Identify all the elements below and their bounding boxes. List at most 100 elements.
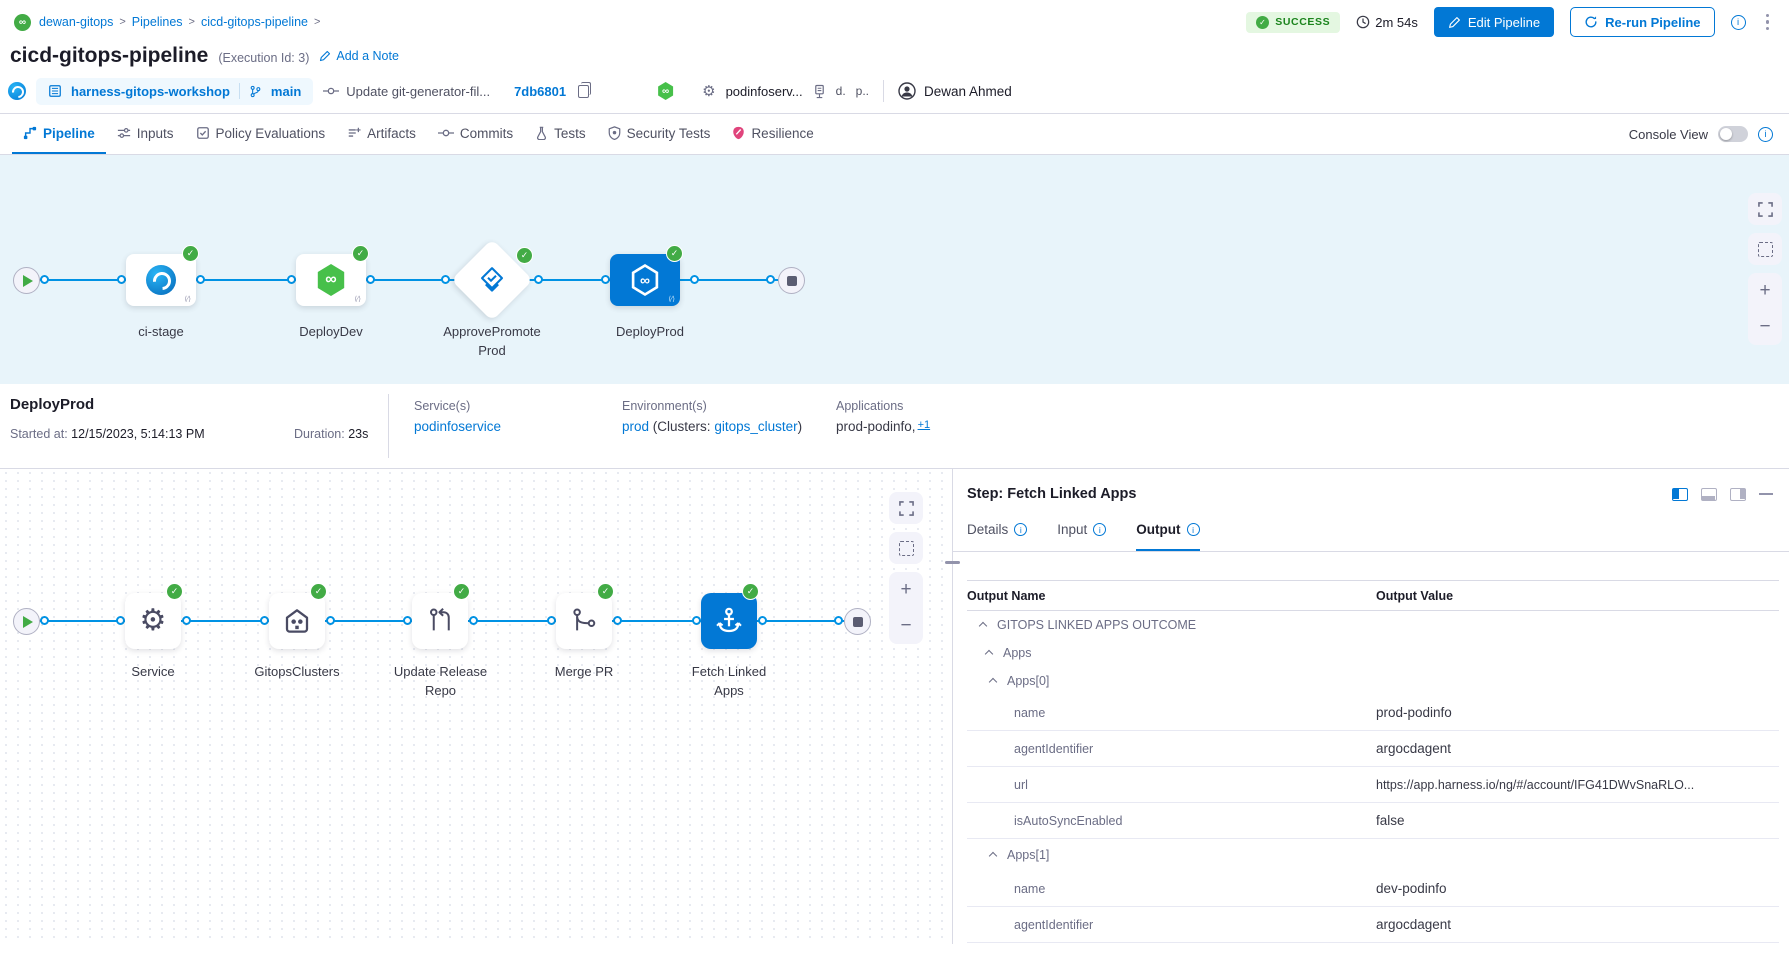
- breadcrumb-pipelines[interactable]: Pipelines: [132, 15, 183, 29]
- environments-label: Environment(s): [622, 399, 707, 413]
- title-row: cicd-gitops-pipeline (Execution Id: 3) A…: [0, 44, 1789, 68]
- stage-details-bar: DeployProd Started at: 12/15/2023, 5:14:…: [0, 384, 1789, 469]
- zoom-controls: + −: [889, 572, 923, 644]
- stage-node-deployprod[interactable]: ∞ ⟨∕⟩: [610, 254, 680, 306]
- tab-input[interactable]: Input i: [1057, 510, 1106, 551]
- edit-pipeline-label: Edit Pipeline: [1468, 15, 1540, 30]
- stage-node-deploydev[interactable]: ∞ ⟨∕⟩: [296, 254, 366, 306]
- tab-output[interactable]: Output i: [1136, 510, 1199, 551]
- triggered-by-user: Dewan Ahmed: [898, 82, 1012, 100]
- info-icon[interactable]: i: [1187, 523, 1200, 536]
- console-view-toggle[interactable]: [1718, 126, 1748, 142]
- section-row-gitops-outcome[interactable]: GITOPS LINKED APPS OUTCOME: [967, 611, 1779, 639]
- cluster-link[interactable]: gitops_cluster: [714, 419, 797, 434]
- service-link[interactable]: podinfoservice: [414, 419, 501, 434]
- minimize-panel-button[interactable]: [1759, 493, 1773, 495]
- stage-label: DeployProd: [580, 322, 720, 341]
- stage-label: ci-stage: [91, 322, 231, 341]
- commit-sha[interactable]: 7db6801: [514, 84, 566, 99]
- breadcrumb-separator: >: [119, 16, 125, 28]
- connector-dot: [40, 275, 49, 284]
- service-gear-icon: ⚙: [140, 606, 167, 636]
- section-row-apps[interactable]: Apps: [967, 639, 1779, 667]
- top-bar: ∞ dewan-gitops > Pipelines > cicd-gitops…: [0, 0, 1789, 44]
- section-label: Apps[0]: [1007, 674, 1049, 688]
- success-check-badge: ✓: [742, 583, 759, 600]
- edit-pipeline-button[interactable]: Edit Pipeline: [1434, 7, 1554, 37]
- info-icon[interactable]: i: [1093, 523, 1106, 536]
- service-gear-icon: ⚙: [702, 84, 715, 99]
- environment-short-2[interactable]: p..: [856, 84, 869, 98]
- step-graph-canvas[interactable]: ⚙ ✓ ✓ ✓ ✓ ✓ Service GitopsClusters Updat: [0, 469, 952, 944]
- layout-split-right-icon[interactable]: [1730, 488, 1746, 501]
- tab-resilience[interactable]: Resilience: [721, 114, 824, 154]
- step-label: GitopsClusters: [227, 662, 367, 681]
- info-icon[interactable]: i: [1014, 523, 1027, 536]
- panel-resize-handle[interactable]: [945, 561, 960, 564]
- service-name-short[interactable]: podinfoserv...: [726, 84, 803, 99]
- section-label: Apps[1]: [1007, 848, 1049, 862]
- rerun-pipeline-button[interactable]: Re-run Pipeline: [1570, 7, 1714, 37]
- stage-graph-canvas[interactable]: ⟨∕⟩ ✓ ∞ ⟨∕⟩ ✓ ✓ ∞ ⟨∕⟩ ✓ ci-stage DeployD…: [0, 155, 1789, 384]
- connector-dot: [613, 616, 622, 625]
- output-value-url-link[interactable]: https://app.harness.io/ng/#/account/IFG4…: [1376, 778, 1779, 792]
- artifacts-icon: [347, 126, 361, 140]
- environment-short-1[interactable]: d.: [836, 84, 846, 98]
- fit-selection-button[interactable]: [889, 532, 923, 564]
- tab-artifacts[interactable]: Artifacts: [336, 114, 427, 154]
- step-node-fetch-linked-apps[interactable]: [701, 593, 757, 649]
- stage-node-ci-stage[interactable]: ⟨∕⟩: [126, 254, 196, 306]
- output-key: agentIdentifier: [967, 742, 1376, 756]
- step-node-update-release-repo[interactable]: [412, 593, 468, 649]
- connector-dot: [182, 616, 191, 625]
- output-row: agentIdentifier argocdagent: [967, 907, 1779, 943]
- output-table-header: Output Name Output Value: [967, 580, 1779, 611]
- applications-more-link[interactable]: +1: [918, 419, 931, 431]
- repo-name[interactable]: harness-gitops-workshop: [71, 84, 230, 99]
- environment-link[interactable]: prod: [622, 419, 649, 434]
- branch-icon: [249, 85, 262, 98]
- step-node-service[interactable]: ⚙: [125, 593, 181, 649]
- zoom-out-button[interactable]: −: [889, 608, 923, 644]
- environment-value: prod (Clusters: gitops_cluster): [622, 419, 802, 434]
- step-node-gitopsclusters[interactable]: [269, 593, 325, 649]
- section-row-apps-1[interactable]: Apps[1]: [967, 839, 1779, 871]
- play-icon: [23, 275, 33, 287]
- tab-commits[interactable]: Commits: [427, 114, 524, 154]
- tab-inputs[interactable]: Inputs: [106, 114, 185, 154]
- success-check-badge: ✓: [453, 583, 470, 600]
- layout-split-left-icon[interactable]: [1672, 488, 1688, 501]
- tab-pipeline[interactable]: Pipeline: [12, 114, 106, 154]
- chevron-up-icon[interactable]: [979, 621, 987, 629]
- tab-details[interactable]: Details i: [967, 510, 1027, 551]
- chevron-up-icon[interactable]: [985, 649, 993, 657]
- column-output-value: Output Value: [1376, 589, 1779, 603]
- step-canvas-controls: + −: [889, 492, 923, 644]
- add-note-button[interactable]: Add a Note: [319, 49, 399, 63]
- zoom-in-button[interactable]: +: [1748, 273, 1782, 309]
- zoom-out-button[interactable]: −: [1748, 309, 1782, 345]
- fullscreen-button[interactable]: [1748, 193, 1782, 225]
- chevron-up-icon[interactable]: [989, 851, 997, 859]
- zoom-in-button[interactable]: +: [889, 572, 923, 608]
- more-options-menu[interactable]: [1762, 10, 1774, 35]
- top-bar-actions: ✓ SUCCESS 2m 54s Edit Pipeline Re-run Pi…: [1246, 7, 1773, 37]
- branch-name[interactable]: main: [271, 84, 301, 99]
- panel-title: Step: Fetch Linked Apps: [967, 486, 1136, 502]
- chevron-up-icon[interactable]: [989, 677, 997, 685]
- repo-branch-pill[interactable]: harness-gitops-workshop main: [36, 78, 313, 105]
- copy-icon[interactable]: [578, 85, 589, 98]
- layout-split-bottom-icon[interactable]: [1701, 488, 1717, 501]
- breadcrumb-org[interactable]: dewan-gitops: [39, 15, 113, 29]
- fullscreen-button[interactable]: [889, 492, 923, 524]
- info-icon[interactable]: i: [1758, 127, 1773, 142]
- tab-policy-evaluations[interactable]: Policy Evaluations: [185, 114, 337, 154]
- breadcrumb-pipeline[interactable]: cicd-gitops-pipeline: [201, 15, 308, 29]
- info-icon[interactable]: i: [1731, 15, 1746, 30]
- tab-tests[interactable]: Tests: [524, 114, 597, 154]
- tab-security-tests[interactable]: Security Tests: [597, 114, 722, 154]
- panel-divider[interactable]: [952, 469, 953, 944]
- section-row-apps-0[interactable]: Apps[0]: [967, 667, 1779, 695]
- step-node-merge-pr[interactable]: [556, 593, 612, 649]
- fit-selection-button[interactable]: [1748, 233, 1782, 265]
